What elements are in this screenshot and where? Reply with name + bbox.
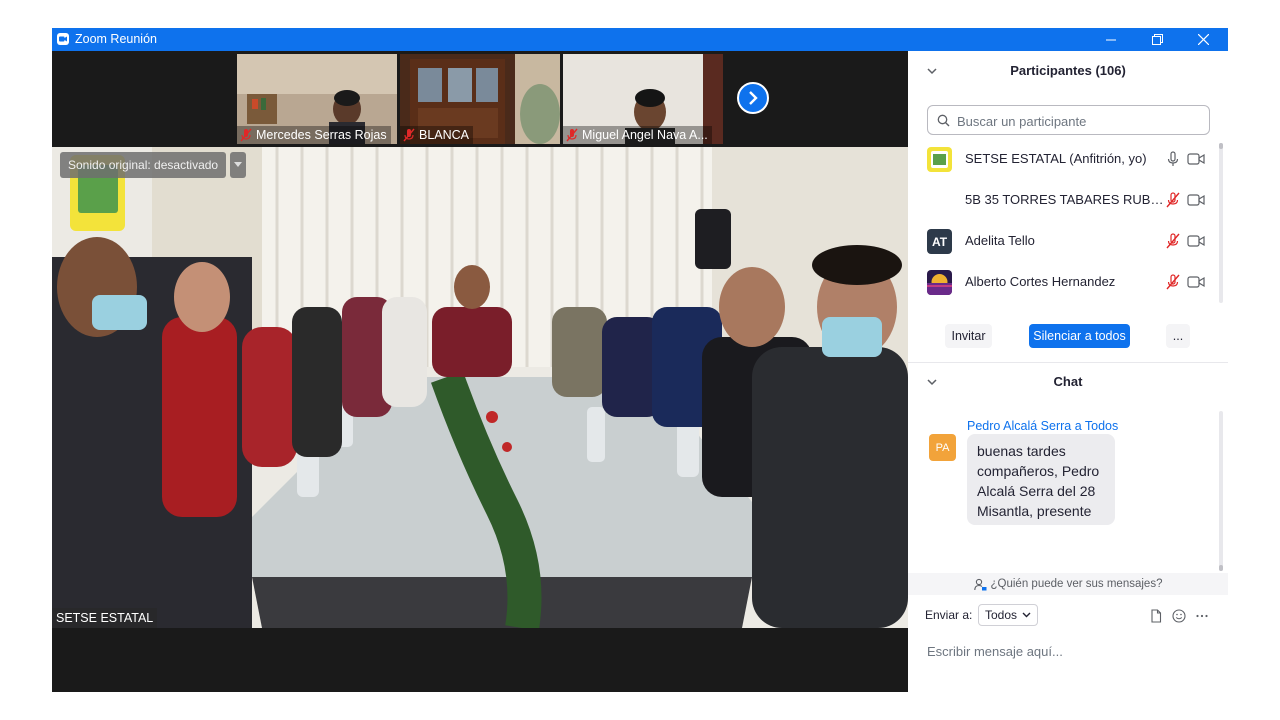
title-bar: Zoom Reunión	[52, 28, 1228, 51]
participant-thumbnail[interactable]: Mercedes Serras Rojas	[237, 54, 397, 144]
participant-thumbnail[interactable]: BLANCA	[400, 54, 560, 144]
side-panel: Participantes (106) SETSE ESTATAL (Anfit…	[908, 51, 1228, 692]
video-camera-icon[interactable]	[1187, 193, 1205, 207]
participant-list: SETSE ESTATAL (Anfitrión, yo) 5B 35 TORR…	[908, 139, 1218, 303]
zoom-window: Zoom Reunión Mercedes Serras Rojas BLANC…	[52, 28, 1228, 692]
minimize-icon	[1106, 39, 1116, 40]
send-to-dropdown[interactable]: Todos	[978, 604, 1039, 626]
chevron-right-icon	[749, 91, 758, 105]
participant-row[interactable]: Alberto Cortes Hernandez	[908, 262, 1218, 303]
search-icon	[937, 114, 950, 127]
host-logo-avatar	[927, 147, 952, 172]
thumbnail-name: Miguel Angel Nava A...	[582, 128, 708, 142]
chat-message-input[interactable]	[925, 639, 1219, 663]
participant-initials-avatar: AT	[927, 229, 952, 254]
sender-avatar: PA	[929, 434, 956, 461]
chat-message-line: buenas tardes	[977, 443, 1066, 459]
restore-icon	[1151, 34, 1163, 45]
chat-title: Chat	[1053, 374, 1083, 389]
minimize-button[interactable]	[1088, 28, 1134, 51]
participant-name: Alberto Cortes Hernandez	[965, 274, 1116, 289]
more-icon[interactable]	[1195, 609, 1209, 623]
participant-name: 5B 35 TORRES TABARES RUBEN ...	[965, 192, 1165, 207]
invite-button[interactable]: Invitar	[945, 324, 992, 348]
mic-muted-icon	[566, 128, 578, 142]
video-camera-icon[interactable]	[1187, 152, 1205, 166]
chat-messages: Pedro Alcalá Serra a Todos PA buenas tar…	[908, 407, 1228, 573]
thumbnail-name: Mercedes Serras Rojas	[256, 128, 387, 142]
mute-all-button[interactable]: Silenciar a todos	[1029, 324, 1130, 348]
participants-scrollbar[interactable]	[1219, 143, 1223, 303]
chat-sender[interactable]: Pedro Alcalá Serra a Todos	[967, 419, 1118, 433]
send-to-value: Todos	[985, 608, 1018, 622]
more-options-button[interactable]: ...	[1166, 324, 1190, 348]
participant-name: Adelita Tello	[965, 233, 1035, 248]
close-icon	[1197, 34, 1209, 45]
participant-row[interactable]: 5B 35 TORRES TABARES RUBEN ...	[908, 180, 1218, 221]
meeting-room-video	[52, 147, 908, 628]
chat-message-bubble: buenas tardes compañeros, Pedro Alcalá S…	[967, 434, 1115, 525]
participant-search-box[interactable]	[927, 105, 1210, 135]
participant-row[interactable]: SETSE ESTATAL (Anfitrión, yo)	[908, 139, 1218, 180]
chat-header: Chat	[908, 362, 1228, 402]
chevron-down-icon	[234, 162, 242, 167]
mic-on-icon[interactable]	[1165, 151, 1181, 167]
main-speaker-video: Sonido original: desactivado SETSE ESTAT…	[52, 147, 908, 628]
file-icon[interactable]	[1149, 609, 1163, 623]
mic-muted-icon[interactable]	[1165, 192, 1181, 208]
video-area: Mercedes Serras Rojas BLANCA Miguel Ange…	[52, 51, 908, 692]
participant-search-input[interactable]	[955, 110, 1199, 132]
send-to-label: Enviar a:	[925, 608, 973, 622]
chat-message-line: compañeros, Pedro	[977, 463, 1100, 479]
message-visibility-text: ¿Quién puede ver sus mensajes?	[990, 578, 1163, 590]
video-bottom-area	[52, 628, 908, 692]
chat-scrollbar[interactable]	[1219, 411, 1223, 571]
close-window-button[interactable]	[1180, 28, 1226, 51]
participant-row[interactable]: AT Adelita Tello	[908, 221, 1218, 262]
participant-photo-avatar	[927, 270, 952, 295]
next-page-button[interactable]	[737, 82, 769, 114]
original-sound-status[interactable]: Sonido original: desactivado	[60, 152, 227, 178]
restore-button[interactable]	[1134, 28, 1180, 51]
thumbnail-name-bar: Miguel Angel Nava A...	[563, 126, 712, 144]
participant-name: SETSE ESTATAL (Anfitrión, yo)	[965, 151, 1147, 166]
audio-options-button[interactable]	[230, 152, 246, 178]
window-title: Zoom Reunión	[75, 32, 157, 46]
video-camera-icon[interactable]	[1187, 234, 1205, 248]
participants-title: Participantes (106)	[1010, 63, 1126, 78]
person-lock-icon	[973, 578, 987, 590]
thumbnail-name-bar: Mercedes Serras Rojas	[237, 126, 391, 144]
message-visibility-link[interactable]: ¿Quién puede ver sus mensajes?	[908, 573, 1228, 595]
mic-muted-icon[interactable]	[1165, 274, 1181, 290]
emoji-icon[interactable]	[1172, 609, 1186, 623]
thumbnail-name-bar: BLANCA	[400, 126, 474, 144]
video-camera-icon[interactable]	[1187, 275, 1205, 289]
participant-thumbnail[interactable]: Miguel Angel Nava A...	[563, 54, 723, 144]
mic-muted-icon[interactable]	[1165, 233, 1181, 249]
chat-message-line: Misantla, presente	[977, 503, 1092, 519]
thumbnail-name: BLANCA	[419, 128, 470, 142]
zoom-app-icon	[57, 33, 69, 45]
mic-muted-icon	[403, 128, 415, 142]
participants-header: Participantes (106)	[908, 51, 1228, 91]
active-speaker-name: SETSE ESTATAL	[52, 608, 158, 628]
mic-muted-icon	[240, 128, 252, 142]
chat-message-line: Alcalá Serra del 28	[977, 483, 1096, 499]
chevron-down-icon	[1022, 612, 1031, 618]
